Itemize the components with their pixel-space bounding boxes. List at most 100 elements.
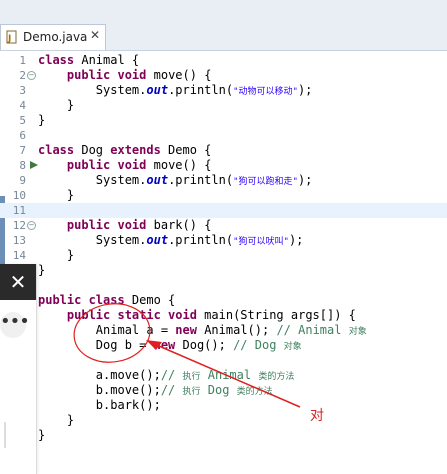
static-field: out [146, 173, 169, 187]
fold-toggle-icon[interactable]: − [27, 221, 36, 230]
code-text: .println( [168, 233, 234, 247]
code-text: System. [38, 83, 147, 97]
code-line: 18 public static void main(String args[]… [0, 308, 447, 323]
keyword: new [175, 323, 197, 337]
floating-toolbar: ✕ ••• [0, 264, 37, 474]
static-field: out [146, 83, 169, 97]
comment: 对象 [283, 342, 302, 352]
code-text: Dog [74, 143, 111, 157]
code-line: 3 System.out.println("动物可以移动"); [0, 83, 447, 98]
line-number: 9 [19, 174, 26, 187]
line-number: 11 [12, 204, 26, 217]
keyword: public static void [66, 308, 197, 322]
keyword: class [38, 143, 75, 157]
code-text: ); [297, 83, 313, 97]
tab-title: Demo.java [23, 30, 88, 44]
code-text: move() { [146, 158, 212, 172]
code-line: 2 − public void move() { [0, 68, 447, 83]
line-number: 12 [12, 219, 26, 232]
code-text: Animal(); [196, 323, 277, 337]
code-text: b.bark(); [38, 398, 161, 412]
code-text: } [38, 113, 46, 127]
code-text: Dog b = [38, 338, 154, 352]
code-text: .println( [168, 173, 234, 187]
code-text: .println( [168, 83, 234, 97]
code-line: 4 } [0, 98, 447, 113]
comment: Animal [200, 368, 259, 382]
code-line: 13 System.out.println("狗可以吠叫"); [0, 233, 447, 248]
string-literal: "狗可以吠叫" [233, 237, 289, 247]
comment: Dog [200, 383, 237, 397]
code-text: } [38, 188, 75, 202]
code-text: b.move(); [38, 383, 161, 397]
code-text: Animal a = [38, 323, 176, 337]
string-literal: "动物可以移动" [233, 87, 298, 97]
code-text: main(String args[]) { [196, 308, 356, 322]
code-editor[interactable]: 1 class Animal { 2 − public void move() … [0, 51, 447, 474]
comment: // [160, 368, 183, 382]
keyword: extends [110, 143, 161, 157]
code-text: ); [297, 173, 313, 187]
override-marker-icon [30, 161, 38, 169]
keyword: new [153, 338, 176, 352]
code-text: System. [38, 173, 147, 187]
more-options-button[interactable]: ••• [0, 312, 30, 338]
keyword: public void [66, 158, 147, 172]
code-line: 23 b.move();// 执行 Dog 类的方法 [0, 383, 447, 398]
comment: 类的方法 [236, 387, 273, 397]
line-number: 3 [19, 84, 26, 97]
code-text: } [38, 263, 46, 277]
code-line: 19 Animal a = new Animal(); // Animal 对象 [0, 323, 447, 338]
code-line: 6 [0, 128, 447, 143]
code-text: } [38, 98, 75, 112]
code-line: 25 } [0, 413, 447, 428]
code-text: Demo { [160, 143, 212, 157]
comment: 对象 [348, 327, 367, 337]
comment: // Dog [233, 338, 284, 352]
code-line: 8 public void move() { [0, 158, 447, 173]
code-line: 21 [0, 353, 447, 368]
svg-text:J: J [7, 34, 11, 44]
code-text: } [38, 413, 75, 427]
comment: 类的方法 [258, 372, 295, 382]
tab-demo-java[interactable]: J Demo.java ✕ [0, 24, 106, 50]
code-text: Dog(); [175, 338, 234, 352]
comment: // Animal [276, 323, 349, 337]
code-text: Demo { [124, 293, 176, 307]
line-number: 10 [12, 189, 26, 202]
fold-toggle-icon[interactable]: − [27, 71, 36, 80]
code-text: } [38, 428, 46, 442]
comment: 执行 [182, 387, 201, 397]
code-line: 16 [0, 278, 447, 293]
annotation-mark: 对 [310, 408, 324, 424]
code-line: 7 class Dog extends Demo { [0, 143, 447, 158]
line-number: 14 [12, 249, 26, 262]
code-text: System. [38, 233, 147, 247]
keyword: public void [66, 218, 147, 232]
tab-close-icon[interactable]: ✕ [90, 28, 100, 42]
code-line: 14 } [0, 248, 447, 263]
java-file-icon: J [6, 30, 17, 44]
code-text: Animal { [74, 53, 140, 67]
code-line: 24 b.bark(); [0, 398, 447, 413]
string-literal: "狗可以跑和走" [233, 177, 298, 187]
line-number: 13 [12, 234, 26, 247]
line-number: 4 [19, 99, 26, 112]
line-number: 7 [19, 144, 26, 157]
code-text: move() { [146, 68, 212, 82]
keyword: public class [38, 293, 125, 307]
code-text: ); [288, 233, 304, 247]
close-overlay-button[interactable]: ✕ [0, 264, 36, 300]
line-number: 6 [19, 129, 26, 142]
line-number: 2 [19, 69, 26, 82]
code-line: 9 System.out.println("狗可以跑和走"); [0, 173, 447, 188]
keyword: class [38, 53, 75, 67]
keyword: public void [66, 68, 147, 82]
code-line: 10 } [0, 188, 447, 203]
line-number: 8 [19, 159, 26, 172]
code-line: 17 public class Demo { [0, 293, 447, 308]
code-text: bark() { [146, 218, 212, 232]
